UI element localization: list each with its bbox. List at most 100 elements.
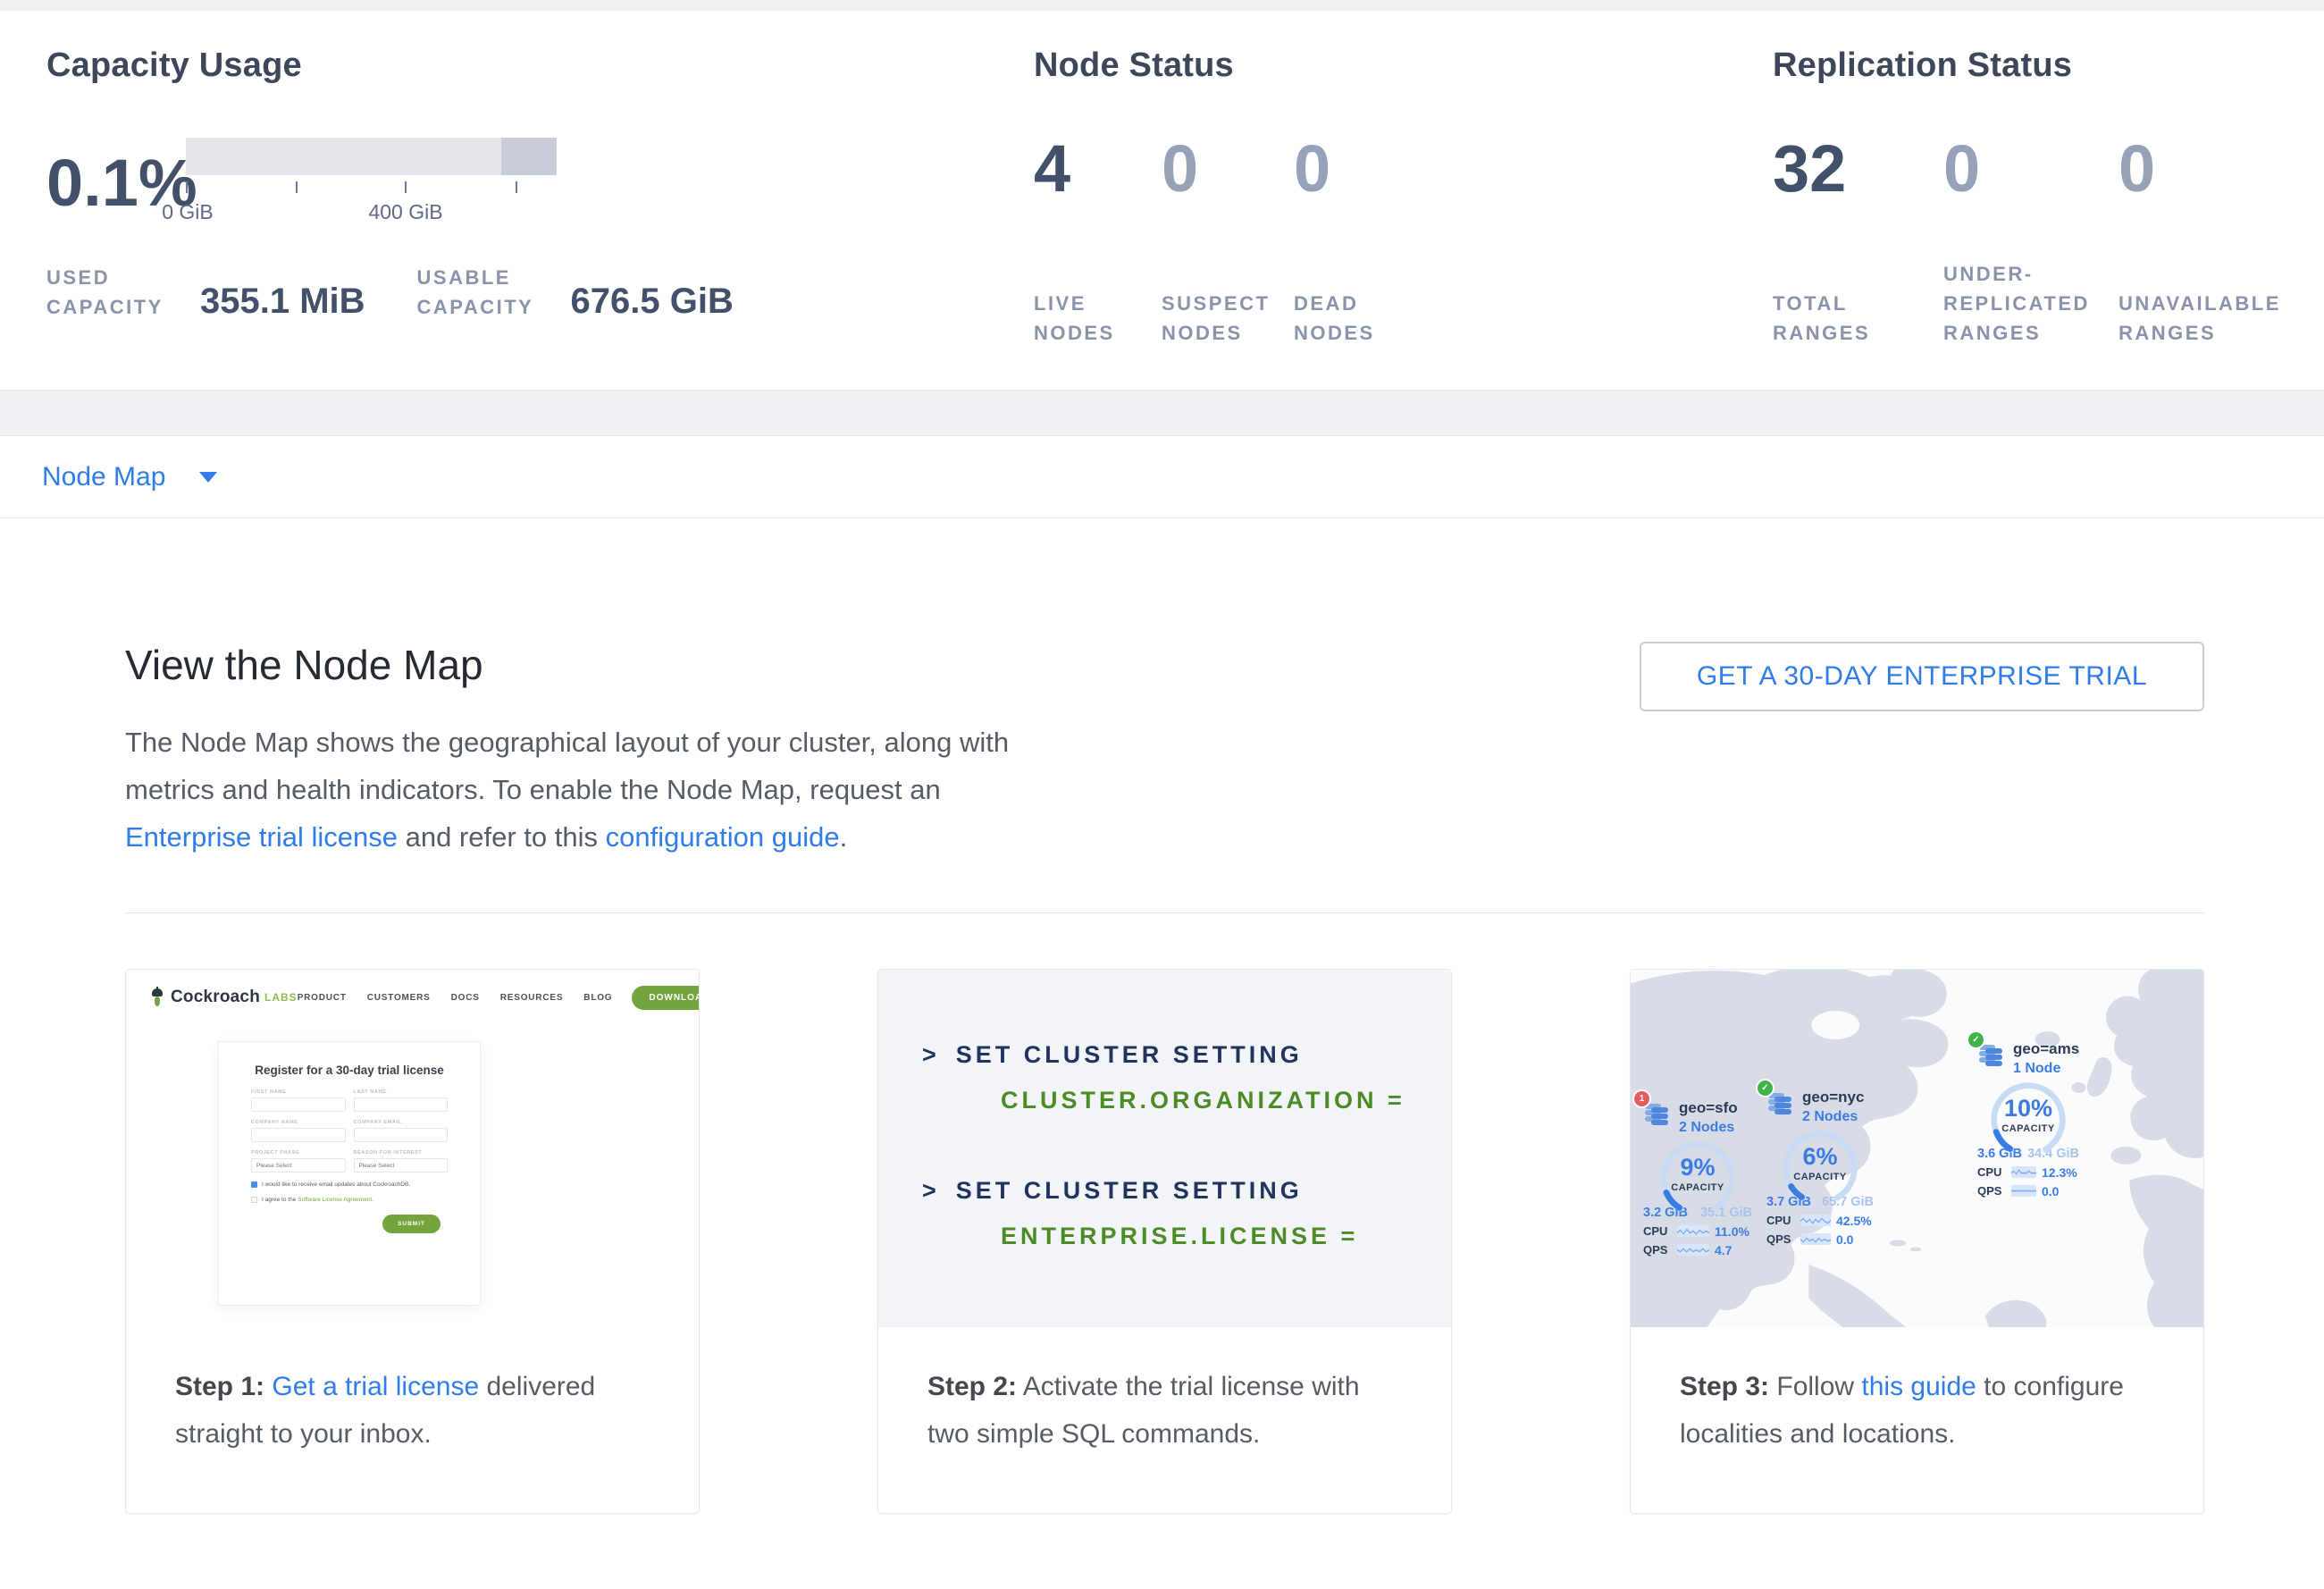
suspect-nodes-value: 0: [1162, 136, 1294, 202]
replication-status-section: Replication Status 32 TOTAL RANGES 0 UND…: [1773, 45, 2318, 348]
locality-nyc: ✓ geo=nyc 2 Nodes 6%: [1766, 1089, 1874, 1247]
nav-item: CUSTOMERS: [367, 993, 431, 1003]
qps-row: QPS 0.0: [1977, 1184, 2079, 1198]
step2-label: Step 2:: [927, 1372, 1017, 1401]
cpu-sparkline: [2011, 1166, 2036, 1178]
cpu-sparkline: [1800, 1215, 1831, 1226]
total-ranges-value: 32: [1773, 136, 1943, 202]
axis-tick: [405, 181, 407, 193]
license-agree-checkbox-row: I agree to the Software License Agreemen…: [251, 1197, 448, 1203]
locality-ams: ✓ geo=ams 1 Node 10%: [1977, 1041, 2079, 1198]
cpu-row: CPU 42.5%: [1766, 1214, 1874, 1228]
locality-node-count: 2 Nodes: [1802, 1109, 1864, 1125]
capacity-percent-value: 0.1%: [46, 150, 179, 216]
capacity-gauge: 9% CAPACITY: [1643, 1138, 1752, 1220]
suspect-nodes-label: SUSPECT NODES: [1162, 289, 1278, 348]
chevron-down-icon: [199, 472, 217, 483]
nav-item: PRODUCT: [298, 993, 347, 1003]
total-ranges-label: TOTAL RANGES: [1773, 289, 1889, 348]
total-ranges-stat: 32 TOTAL RANGES: [1773, 136, 1943, 348]
register-site-screenshot: Cockroach LABS PRODUCT CUSTOMERS DOCS RE…: [126, 970, 699, 1327]
checkbox-checked-icon: [251, 1181, 257, 1188]
live-nodes-value: 4: [1034, 136, 1162, 202]
sql-setting: CLUSTER.ORGANIZATION =: [1001, 1087, 1451, 1114]
get-trial-license-link[interactable]: Get a trial license: [272, 1372, 479, 1401]
dead-nodes-label: DEAD NODES: [1294, 289, 1410, 348]
capacity-bar-axis: 0 GiB 400 GiB: [186, 175, 557, 240]
node-map-preview: 1 geo=sfo 2 Nodes 9%: [1631, 970, 2203, 1327]
cpu-row: CPU 12.3%: [1977, 1165, 2079, 1180]
cpu-row: CPU 11.0%: [1643, 1224, 1752, 1239]
capacity-gauge: 6% CAPACITY: [1766, 1127, 1874, 1209]
enterprise-trial-license-link[interactable]: Enterprise trial license: [125, 821, 398, 853]
qps-row: QPS 0.0: [1766, 1232, 1874, 1247]
axis-tick: [516, 181, 517, 193]
axis-tick: [296, 181, 298, 193]
step1-label: Step 1:: [175, 1372, 264, 1401]
this-guide-link[interactable]: this guide: [1861, 1372, 1976, 1401]
capacity-usage-title: Capacity Usage: [46, 45, 797, 86]
view-mode-dropdown[interactable]: Node Map: [0, 435, 2324, 518]
axis-tick: [186, 181, 188, 193]
database-icon: [1643, 1100, 1672, 1129]
step1-card: Cockroach LABS PRODUCT CUSTOMERS DOCS RE…: [125, 969, 700, 1514]
sql-setting: ENTERPRISE.LICENSE =: [1001, 1223, 1451, 1250]
setup-steps-row: Cockroach LABS PRODUCT CUSTOMERS DOCS RE…: [125, 969, 2204, 1514]
capacity-percent: 9%: [1643, 1156, 1752, 1180]
capacity-bar: [186, 138, 557, 175]
unavailable-ranges-stat: 0 UNAVAILABLE RANGES: [2118, 136, 2311, 348]
database-icon: [1977, 1041, 2006, 1070]
locality-sfo: 1 geo=sfo 2 Nodes 9%: [1643, 1100, 1752, 1257]
step3-label: Step 3:: [1680, 1372, 1769, 1401]
suspect-nodes-stat: 0 SUSPECT NODES: [1162, 136, 1294, 348]
node-map-placeholder-section: View the Node Map The Node Map shows the…: [0, 518, 2324, 1589]
qps-row: QPS 4.7: [1643, 1243, 1752, 1257]
unavailable-ranges-label: UNAVAILABLE RANGES: [2118, 289, 2302, 348]
cockroach-labs-logo: Cockroach LABS: [149, 987, 298, 1008]
nav-item: RESOURCES: [500, 993, 564, 1003]
section-divider: [125, 912, 2204, 913]
register-site-header: Cockroach LABS PRODUCT CUSTOMERS DOCS RE…: [126, 970, 699, 1025]
cpu-sparkline: [1677, 1225, 1709, 1237]
capacity-bar-other-segment: [501, 138, 557, 175]
locality-node-count: 1 Node: [2013, 1061, 2079, 1077]
sql-statement: > SET CLUSTER SETTING ENTERPRISE.LICENSE …: [922, 1177, 1451, 1250]
register-form: Register for a 30-day trial license FIRS…: [218, 1041, 481, 1306]
used-capacity-label: USED CAPACITY: [46, 263, 200, 322]
sql-prompt: >: [922, 1177, 940, 1204]
node-status-title: Node Status: [1034, 45, 1570, 86]
nav-item: BLOG: [583, 993, 612, 1003]
status-error-icon: 1: [1634, 1091, 1649, 1106]
intro-paragraph: The Node Map shows the geographical layo…: [125, 719, 1028, 861]
sql-commands-illustration: > SET CLUSTER SETTING CLUSTER.ORGANIZATIO…: [878, 970, 1451, 1327]
cluster-summary-panel: Capacity Usage 0.1% 0 GiB 400 GiB USED C…: [0, 11, 2324, 391]
usable-capacity-value: 676.5 GiB: [571, 283, 734, 319]
live-nodes-label: LIVE NODES: [1034, 289, 1150, 348]
download-pill: DOWNLOAD: [632, 986, 699, 1010]
email-optin-checkbox-row: I would like to receive email updates ab…: [251, 1181, 448, 1188]
sql-keyword: SET CLUSTER SETTING: [956, 1177, 1303, 1204]
form-field: COMPANY EMAIL: [354, 1120, 449, 1142]
configuration-guide-link[interactable]: configuration guide: [606, 821, 840, 853]
under-replicated-ranges-value: 0: [1943, 136, 2118, 202]
capacity-caption: CAPACITY: [1977, 1123, 2079, 1134]
axis-tick-label: 400 GiB: [368, 200, 442, 224]
dead-nodes-value: 0: [1294, 136, 1428, 202]
dead-nodes-stat: 0 DEAD NODES: [1294, 136, 1428, 348]
brand-suffix: LABS: [264, 991, 298, 1004]
used-capacity-value: 355.1 MiB: [200, 283, 365, 319]
sql-statement: >SET CLUSTER SETTING CLUSTER.ORGANIZATIO…: [922, 1041, 1451, 1114]
capacity-caption: CAPACITY: [1766, 1172, 1874, 1182]
enterprise-trial-button[interactable]: GET A 30-DAY ENTERPRISE TRIAL: [1640, 642, 2204, 711]
locality-name: geo=sfo: [1679, 1100, 1738, 1117]
register-form-title: Register for a 30-day trial license: [251, 1064, 448, 1077]
view-mode-label[interactable]: Node Map: [42, 462, 165, 492]
axis-tick-label: 0 GiB: [162, 200, 214, 224]
qps-sparkline: [2011, 1185, 2036, 1197]
form-field: PROJECT PHASE Please Select: [251, 1150, 346, 1173]
status-ok-icon: ✓: [1968, 1032, 1984, 1047]
capacity-usage-section: Capacity Usage 0.1% 0 GiB 400 GiB USED C…: [46, 45, 797, 322]
live-nodes-stat: 4 LIVE NODES: [1034, 136, 1162, 348]
license-agreement-link: Software License Agreement.: [298, 1197, 373, 1203]
node-status-section: Node Status 4 LIVE NODES 0 SUSPECT NODES…: [1034, 45, 1570, 348]
